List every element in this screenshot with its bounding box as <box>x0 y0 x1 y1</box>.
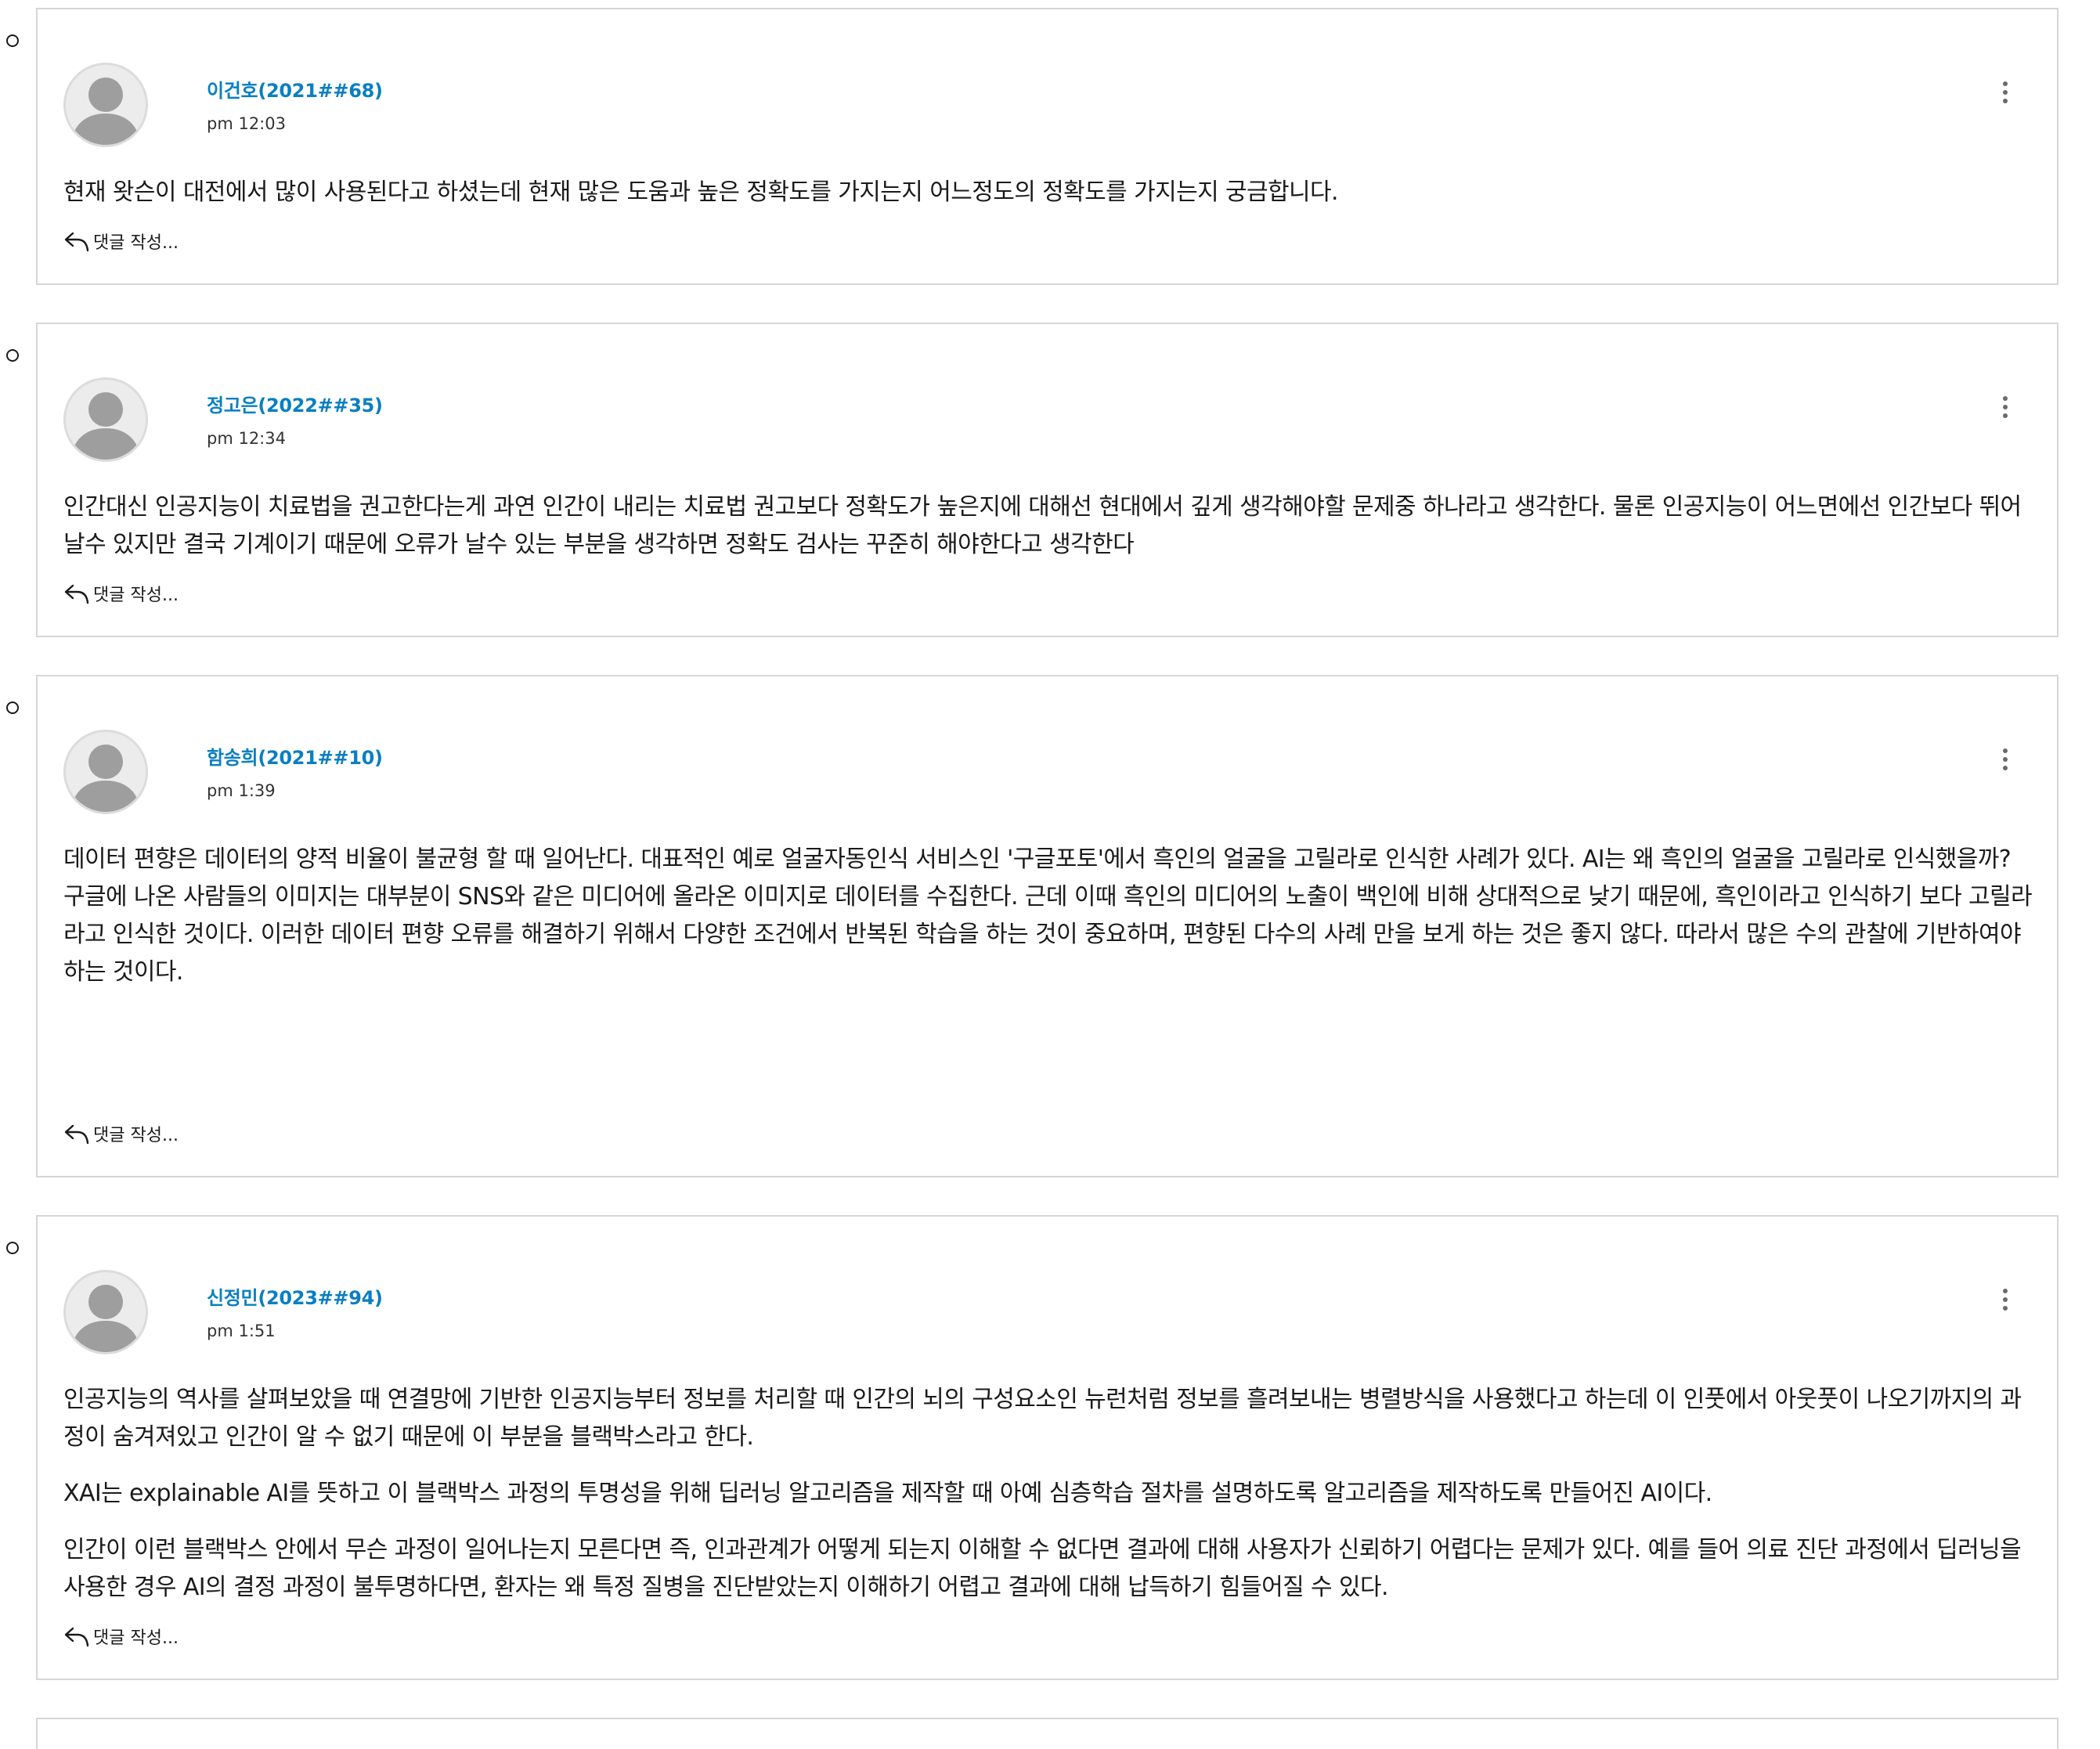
comment-time: pm 12:03 <box>207 114 286 133</box>
comment-menu-icon[interactable] <box>1997 391 2013 423</box>
avatar <box>63 730 148 814</box>
comment-body: 인간대신 인공지능이 치료법을 권고한다는게 과연 인간이 내리는 치료법 권고… <box>63 489 2033 564</box>
reply-arrow-icon <box>64 1124 89 1145</box>
list-bullet <box>6 34 19 47</box>
comment-time: pm 1:51 <box>207 1322 276 1340</box>
author-name-link[interactable]: 신정민(2023##94) <box>207 1282 383 1310</box>
comment-paragraph: 데이터 편향은 데이터의 양적 비율이 불균형 할 때 일어난다. 대표적인 예… <box>63 846 2033 986</box>
avatar <box>63 377 148 462</box>
comment-paragraph: XAI는 explainable AI를 뜻하고 이 블랙박스 과정의 투명성을… <box>63 1480 1712 1507</box>
reply-label: 댓글 작성... <box>93 1126 179 1145</box>
comment-body: 인공지능의 역사를 살펴보았을 때 연결망에 기반한 인공지능부터 정보를 처리… <box>63 1381 2033 1607</box>
reply-label: 댓글 작성... <box>93 233 179 253</box>
reply-arrow-icon <box>64 1627 89 1647</box>
comment-body: 현재 왓슨이 대전에서 많이 사용된다고 하셨는데 현재 많은 도움과 높은 정… <box>63 174 2033 211</box>
author-name-link[interactable]: 정고은(2022##35) <box>207 390 383 417</box>
user-silhouette-icon <box>70 392 141 460</box>
comment-card <box>36 1718 2059 1749</box>
author-name-link[interactable]: 함송희(2021##10) <box>207 742 383 770</box>
user-silhouette-icon <box>70 78 141 145</box>
reply-arrow-icon <box>64 584 89 604</box>
list-bullet <box>6 701 19 714</box>
user-silhouette-icon <box>70 745 141 812</box>
reply-label: 댓글 작성... <box>93 1628 179 1648</box>
avatar <box>63 63 148 147</box>
reply-button[interactable]: 댓글 작성... <box>63 1624 179 1649</box>
reply-button[interactable]: 댓글 작성... <box>63 229 179 254</box>
comment-time: pm 12:34 <box>207 429 286 448</box>
comment-menu-icon[interactable] <box>1997 1284 2013 1315</box>
reply-label: 댓글 작성... <box>93 586 179 605</box>
reply-arrow-icon <box>64 232 89 252</box>
reply-button[interactable]: 댓글 작성... <box>63 581 179 606</box>
comment-menu-icon[interactable] <box>1997 744 2013 775</box>
comment-paragraph: 인간대신 인공지능이 치료법을 권고한다는게 과연 인간이 내리는 치료법 권고… <box>63 493 2022 558</box>
comment-paragraph: 인공지능의 역사를 살펴보았을 때 연결망에 기반한 인공지능부터 정보를 처리… <box>63 1386 2022 1451</box>
reply-button[interactable]: 댓글 작성... <box>63 1121 179 1146</box>
user-silhouette-icon <box>70 1285 141 1352</box>
comment-menu-icon[interactable] <box>1997 77 2013 108</box>
comment-card: 신정민(2023##94) pm 1:51 인공지능의 역사를 살펴보았을 때 … <box>36 1215 2059 1680</box>
comment-body: 데이터 편향은 데이터의 양적 비율이 불균형 할 때 일어난다. 대표적인 예… <box>63 841 2033 991</box>
comment-paragraph: 현재 왓슨이 대전에서 많이 사용된다고 하셨는데 현재 많은 도움과 높은 정… <box>63 179 1339 206</box>
avatar <box>63 1270 148 1354</box>
comment-time: pm 1:39 <box>207 781 276 800</box>
comment-paragraph: 인간이 이런 블랙박스 안에서 무슨 과정이 일어나는지 모른다면 즉, 인과관… <box>63 1536 2022 1601</box>
comment-card: 정고은(2022##35) pm 12:34 인간대신 인공지능이 치료법을 권… <box>36 323 2059 637</box>
comment-card: 이건호(2021##68) pm 12:03 현재 왓슨이 대전에서 많이 사용… <box>36 8 2059 285</box>
list-bullet <box>6 1242 19 1254</box>
author-name-link[interactable]: 이건호(2021##68) <box>207 75 383 103</box>
comment-card: 함송희(2021##10) pm 1:39 데이터 편향은 데이터의 양적 비율… <box>36 675 2059 1177</box>
list-bullet <box>6 349 19 362</box>
